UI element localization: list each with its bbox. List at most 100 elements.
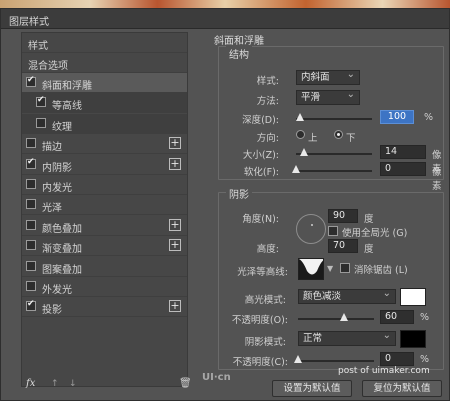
trash-icon[interactable]: 🗑 xyxy=(179,378,192,389)
size-input[interactable]: 14 xyxy=(380,145,426,159)
method-dropdown[interactable]: 平滑 xyxy=(296,88,360,105)
style-item-checkbox[interactable] xyxy=(26,157,36,169)
add-style-icon[interactable]: + xyxy=(169,239,181,252)
style-item[interactable]: 投影 + xyxy=(22,297,187,318)
depth-unit: % xyxy=(424,112,434,123)
style-item-checkbox[interactable] xyxy=(26,240,36,251)
style-item-checkbox[interactable] xyxy=(26,75,36,87)
global-light-checkbox[interactable] xyxy=(328,226,338,236)
style-item[interactable]: 等高线 xyxy=(22,93,187,114)
settings-panel: 斜面和浮雕 结构 样式: 内斜面 方法: 平滑 深度(D): 100 % 方向:… xyxy=(212,24,448,370)
add-style-icon[interactable]: + xyxy=(169,218,181,231)
style-item-label: 纹理 xyxy=(52,121,72,133)
depth-slider-thumb[interactable] xyxy=(295,113,304,121)
style-item[interactable]: 图案叠加 xyxy=(22,257,187,277)
styles-list-panel: 样式 混合选项 斜面和浮雕等高线纹理描边 + 内阴影 + 内发光光泽颜色叠加 + 渐变叠加 +… xyxy=(21,32,188,387)
style-item-checkbox[interactable] xyxy=(26,219,36,230)
watermark-logo: UI·cn xyxy=(202,372,231,383)
highlight-opacity-unit: % xyxy=(420,312,430,323)
direction-up-radio[interactable] xyxy=(296,130,305,139)
highlight-opacity-thumb[interactable] xyxy=(339,313,348,321)
styles-header[interactable]: 样式 xyxy=(22,33,187,53)
shadow-opacity-input[interactable]: 0 xyxy=(380,352,414,366)
shadow-opacity-thumb[interactable] xyxy=(294,355,302,363)
highlight-opacity-input[interactable]: 60 xyxy=(380,310,414,324)
altitude-label: 高度: xyxy=(256,244,279,255)
angle-dial[interactable] xyxy=(296,214,326,244)
style-item-label: 投影 xyxy=(42,305,62,317)
angle-label: 角度(N): xyxy=(242,214,279,225)
section-title-bevel: 斜面和浮雕 xyxy=(214,36,264,47)
method-label: 方法: xyxy=(256,96,279,107)
style-dropdown[interactable]: 内斜面 xyxy=(296,68,360,85)
highlight-opacity-slider[interactable] xyxy=(298,318,374,320)
style-item-checkbox[interactable] xyxy=(26,281,36,291)
shading-title: 阴影 xyxy=(226,186,252,201)
soften-input[interactable]: 0 xyxy=(380,162,426,176)
style-item[interactable]: 渐变叠加 + xyxy=(22,236,187,257)
styles-header-label: 样式 xyxy=(28,41,48,52)
altitude-unit: 度 xyxy=(364,244,374,255)
shadow-mode-label: 阴影模式: xyxy=(244,337,286,348)
style-item-checkbox[interactable] xyxy=(26,179,36,189)
style-item[interactable]: 内阴影 + xyxy=(22,155,187,175)
style-item-label: 渐变叠加 xyxy=(42,244,82,256)
style-item-checkbox[interactable] xyxy=(26,260,36,271)
style-item-checkbox[interactable] xyxy=(36,117,46,128)
fx-icon[interactable]: fx xyxy=(26,378,35,389)
direction-label: 方向: xyxy=(256,133,279,144)
style-item-label: 颜色叠加 xyxy=(42,223,82,235)
style-label: 样式: xyxy=(256,76,279,87)
style-item-label: 图案叠加 xyxy=(42,264,82,276)
size-slider-thumb[interactable] xyxy=(299,148,308,156)
depth-input[interactable]: 100 xyxy=(380,110,414,124)
highlight-color-swatch[interactable] xyxy=(400,288,426,306)
soften-label: 软化(F): xyxy=(243,167,279,178)
style-item[interactable]: 内发光 xyxy=(22,175,187,195)
depth-label: 深度(D): xyxy=(242,115,279,126)
shadow-color-swatch[interactable] xyxy=(400,330,426,348)
style-item[interactable]: 斜面和浮雕 xyxy=(22,73,187,93)
gloss-contour-label: 光泽等高线: xyxy=(237,267,288,278)
style-item-checkbox[interactable] xyxy=(26,299,36,312)
style-item-checkbox[interactable] xyxy=(36,95,46,108)
style-item-label: 斜面和浮雕 xyxy=(42,81,92,92)
style-item-label: 光泽 xyxy=(42,203,62,215)
move-down-icon[interactable]: ↓ xyxy=(69,379,77,389)
add-style-icon[interactable]: + xyxy=(169,157,181,170)
contour-curve-icon xyxy=(299,259,323,279)
highlight-mode-dropdown[interactable]: 颜色减淡 xyxy=(298,287,396,304)
anti-alias-checkbox[interactable] xyxy=(340,263,350,273)
shadow-opacity-slider[interactable] xyxy=(298,360,374,362)
highlight-mode-label: 高光模式: xyxy=(244,295,286,306)
set-default-button[interactable]: 设置为默认值 xyxy=(272,380,352,397)
move-up-icon[interactable]: ↑ xyxy=(51,379,59,389)
style-item[interactable]: 颜色叠加 + xyxy=(22,216,187,236)
style-item[interactable]: 描边 + xyxy=(22,134,187,155)
depth-slider[interactable] xyxy=(296,118,372,120)
style-item[interactable]: 外发光 xyxy=(22,277,187,297)
style-item-checkbox[interactable] xyxy=(26,138,36,149)
structure-title: 结构 xyxy=(226,46,252,61)
style-item-label: 描边 xyxy=(42,142,62,154)
reset-default-button[interactable]: 复位为默认值 xyxy=(362,380,442,397)
style-item-checkbox[interactable] xyxy=(26,199,36,210)
blend-options-item[interactable]: 混合选项 xyxy=(22,53,187,73)
direction-down-radio[interactable] xyxy=(334,130,343,139)
soften-slider-thumb[interactable] xyxy=(292,165,300,173)
soften-slider[interactable] xyxy=(296,170,372,172)
shadow-mode-dropdown[interactable]: 正常 xyxy=(298,329,396,346)
contour-dropdown-icon[interactable]: ▼ xyxy=(327,264,333,273)
style-item-label: 内发光 xyxy=(42,183,72,194)
style-item[interactable]: 纹理 xyxy=(22,113,187,134)
style-item-label: 等高线 xyxy=(52,101,82,113)
style-item[interactable]: 光泽 xyxy=(22,195,187,216)
altitude-input[interactable]: 70 xyxy=(328,239,358,253)
add-style-icon[interactable]: + xyxy=(169,300,181,313)
watermark-text: post of uimaker.com xyxy=(338,366,430,376)
blend-options-label: 混合选项 xyxy=(28,61,68,72)
angle-input[interactable]: 90 xyxy=(328,209,358,223)
gloss-contour-preview[interactable] xyxy=(298,258,324,280)
add-style-icon[interactable]: + xyxy=(169,137,181,150)
styles-footer: fx ↑ ↓ 🗑 xyxy=(21,378,192,393)
